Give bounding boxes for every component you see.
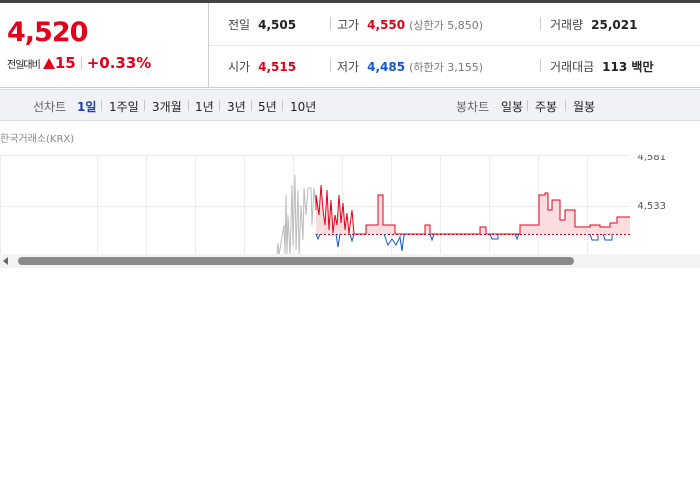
up-series — [315, 184, 630, 235]
scroll-left-arrow-icon[interactable] — [3, 257, 8, 265]
quote-panel: 4,520 전일대비 15 +0.33% 전일 4,505 고가 4,550 (상한가 5… — [0, 3, 700, 88]
price-chart-svg — [0, 155, 630, 255]
tab-5-years[interactable]: 5년 — [258, 98, 277, 115]
tab-1-year[interactable]: 1년 — [195, 98, 214, 115]
tab-3-months[interactable]: 3개월 — [152, 98, 182, 115]
stat-value: 113 백만 — [602, 60, 654, 74]
stat-value: 4,550 — [367, 18, 406, 32]
stat-value: 4,485 — [367, 60, 406, 74]
stat-low: 저가 4,485 (하한가 3,155) — [337, 58, 483, 75]
change-label: 전일대비 — [7, 60, 41, 71]
divider — [565, 100, 566, 111]
divider — [330, 59, 331, 72]
stat-high: 고가 4,550 (상한가 5,850) — [337, 16, 483, 33]
y-tick-label: 4,533 — [637, 201, 666, 212]
stat-label: 거래량 — [550, 18, 584, 32]
divider — [282, 100, 283, 111]
gridlines — [0, 155, 630, 255]
stat-label: 시가 — [228, 60, 251, 74]
divider — [251, 100, 252, 111]
stat-trade-amount: 거래대금 113 백만 — [550, 58, 653, 75]
stat-volume: 거래량 25,021 — [550, 16, 637, 33]
tab-1-week[interactable]: 1주일 — [109, 98, 139, 115]
divider — [188, 100, 189, 111]
current-price: 4,520 — [7, 17, 88, 48]
price-box: 4,520 전일대비 15 +0.33% — [0, 3, 209, 87]
change-value: 15 — [54, 54, 76, 72]
tab-1-day[interactable]: 1일 — [77, 98, 96, 115]
tab-daily-candle[interactable]: 일봉 — [501, 98, 523, 115]
stat-label: 전일 — [228, 18, 251, 32]
stat-value: 4,515 — [258, 60, 297, 74]
stat-prev-close: 전일 4,505 — [228, 16, 296, 33]
stat-label: 저가 — [337, 60, 360, 74]
stat-label: 거래대금 — [550, 60, 595, 74]
stats-grid: 전일 4,505 고가 4,550 (상한가 5,850) 거래량 25,021 시가 4… — [209, 3, 700, 87]
upper-limit: (상한가 5,850) — [409, 19, 483, 32]
pre-market-series — [276, 174, 317, 255]
stat-value: 25,021 — [591, 18, 638, 32]
divider — [144, 100, 145, 111]
stat-open: 시가 4,515 — [228, 58, 296, 75]
scrollbar-thumb[interactable] — [18, 257, 574, 265]
divider — [101, 100, 102, 111]
exchange-label: 한국거래소(KRX) — [0, 134, 75, 145]
lower-limit: (하한가 3,155) — [409, 61, 483, 74]
chart-scrollbar[interactable] — [0, 254, 700, 268]
change-info: 전일대비 15 +0.33% — [7, 54, 151, 72]
tab-monthly-candle[interactable]: 월봉 — [573, 98, 595, 115]
divider — [527, 100, 528, 111]
tab-3-years[interactable]: 3년 — [227, 98, 246, 115]
tab-weekly-candle[interactable]: 주봉 — [535, 98, 557, 115]
divider — [540, 17, 541, 30]
divider — [80, 57, 82, 70]
stat-label: 고가 — [337, 18, 360, 32]
chart-period-tabs: 선차트 1일 1주일 3개월 1년 3년 5년 10년 봉차트 일봉 주봉 월봉 — [0, 89, 700, 121]
tab-10-years[interactable]: 10년 — [290, 98, 316, 115]
up-triangle-icon — [42, 58, 55, 69]
divider — [540, 59, 541, 72]
y-tick-label: 4,581 — [637, 155, 666, 163]
stats-row-2: 시가 4,515 저가 4,485 (하한가 3,155) 거래대금 113 백만 — [209, 45, 700, 87]
divider — [219, 100, 220, 111]
candle-chart-title: 봉차트 — [456, 100, 490, 114]
price-chart[interactable]: 4,581 4,533 — [0, 155, 700, 255]
down-series — [315, 233, 613, 252]
stats-row-1: 전일 4,505 고가 4,550 (상한가 5,850) 거래량 25,021 — [209, 3, 700, 46]
stat-value: 4,505 — [258, 18, 297, 32]
change-percent: +0.33% — [86, 54, 152, 72]
line-chart-title: 선차트 — [33, 100, 67, 114]
divider — [330, 17, 331, 30]
